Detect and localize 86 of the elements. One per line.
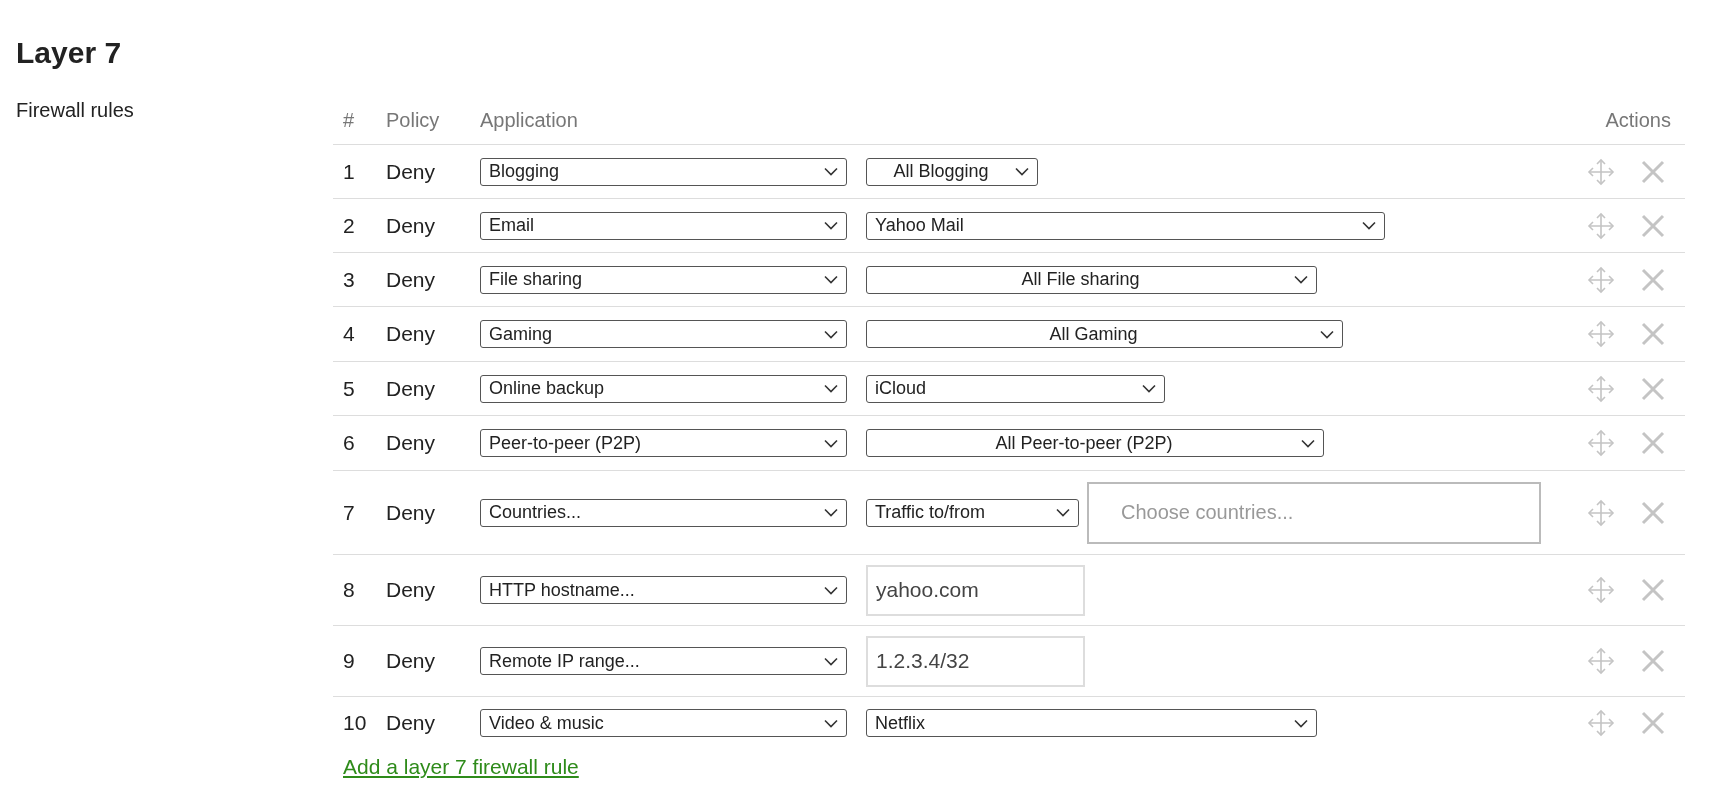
move-icon[interactable] [1587, 211, 1615, 240]
input-field[interactable]: 1.2.3.4/32 [866, 635, 1085, 687]
row-number: 8 [343, 578, 355, 602]
countries-field[interactable]: Choose countries... [1087, 481, 1541, 544]
dropdown[interactable]: Yahoo Mail [866, 211, 1385, 240]
move-icon[interactable] [1587, 157, 1615, 186]
policy-text: Deny [386, 213, 436, 237]
policy-text: Deny [386, 376, 436, 400]
caret-icon [824, 508, 838, 517]
policy-text: Deny [386, 159, 436, 183]
caret-icon [824, 221, 838, 230]
caret-icon [1056, 508, 1070, 517]
dropdown[interactable]: All Gaming [866, 320, 1343, 348]
row-number: 2 [343, 213, 355, 237]
row-number: 7 [343, 500, 355, 524]
row-number: 10 [343, 711, 367, 735]
move-icon[interactable] [1587, 429, 1615, 457]
dropdown[interactable]: Peer-to-peer (P2P) [480, 429, 847, 457]
close-icon[interactable] [1641, 578, 1665, 602]
row-number: 6 [343, 431, 355, 455]
caret-icon [824, 718, 838, 728]
row-number: 9 [343, 649, 355, 673]
move-icon[interactable] [1587, 265, 1615, 294]
dropdown[interactable]: All Blogging [866, 157, 1038, 186]
dropdown[interactable]: Blogging [480, 157, 847, 186]
close-icon[interactable] [1641, 267, 1665, 292]
dropdown[interactable]: iCloud [866, 374, 1165, 403]
move-icon[interactable] [1587, 709, 1615, 737]
move-icon[interactable] [1587, 320, 1615, 348]
caret-icon [1294, 275, 1308, 284]
dropdown[interactable]: Online backup [480, 374, 847, 403]
dropdown[interactable]: All Peer-to-peer (P2P) [866, 429, 1324, 457]
column-header: Policy [386, 107, 441, 133]
dropdown[interactable]: File sharing [480, 265, 847, 294]
policy-text: Deny [386, 578, 436, 602]
close-icon[interactable] [1641, 322, 1665, 346]
close-icon[interactable] [1641, 376, 1665, 401]
column-header: Application [480, 107, 579, 133]
caret-icon [824, 585, 838, 595]
move-icon[interactable] [1587, 576, 1615, 604]
caret-icon [824, 438, 838, 448]
row-number: 3 [343, 267, 355, 291]
policy-text: Deny [386, 500, 436, 524]
caret-icon [824, 329, 838, 339]
section-label: Firewall rules [16, 98, 135, 123]
dropdown[interactable]: Email [480, 211, 847, 240]
caret-icon [1362, 221, 1376, 230]
caret-icon [824, 275, 838, 284]
close-icon[interactable] [1641, 431, 1665, 455]
close-icon[interactable] [1641, 159, 1665, 184]
caret-icon [824, 384, 838, 393]
move-icon[interactable] [1587, 498, 1615, 527]
caret-icon [1015, 167, 1029, 176]
row-number: 1 [343, 159, 355, 183]
policy-text: Deny [386, 649, 436, 673]
dropdown[interactable]: Netflix [866, 709, 1317, 737]
column-header: Actions [1605, 107, 1672, 133]
column-header: # [342, 107, 356, 133]
page-heading: Layer 7 [16, 35, 123, 71]
close-icon[interactable] [1641, 213, 1665, 238]
dropdown[interactable]: Traffic to/from [866, 498, 1079, 527]
close-icon[interactable] [1641, 711, 1665, 735]
close-icon[interactable] [1641, 500, 1665, 525]
caret-icon [824, 656, 838, 666]
dropdown[interactable]: Countries... [480, 498, 847, 527]
policy-text: Deny [386, 267, 436, 291]
caret-icon [1142, 384, 1156, 393]
policy-text: Deny [386, 711, 436, 735]
caret-icon [824, 167, 838, 176]
close-icon[interactable] [1641, 649, 1665, 673]
policy-text: Deny [386, 322, 436, 346]
caret-icon [1294, 718, 1308, 728]
caret-icon [1320, 329, 1334, 339]
row-number: 5 [343, 376, 355, 400]
move-icon[interactable] [1587, 374, 1615, 403]
policy-text: Deny [386, 431, 436, 455]
dropdown[interactable]: HTTP hostname... [480, 576, 847, 604]
input-field[interactable]: yahoo.com [866, 564, 1085, 616]
dropdown[interactable]: Video & music [480, 709, 847, 737]
move-icon[interactable] [1587, 647, 1615, 675]
dropdown[interactable]: Remote IP range... [480, 647, 847, 675]
dropdown[interactable]: All File sharing [866, 265, 1317, 294]
caret-icon [1301, 438, 1315, 448]
add-rule-link[interactable]: Add a layer 7 firewall rule [343, 755, 579, 778]
dropdown[interactable]: Gaming [480, 320, 847, 348]
row-number: 4 [343, 322, 355, 346]
